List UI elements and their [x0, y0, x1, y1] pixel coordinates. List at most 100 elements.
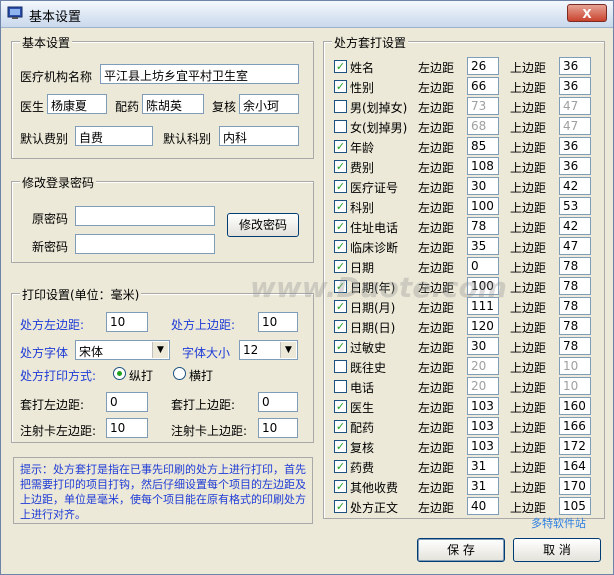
overlay-left-field[interactable]: 68: [467, 117, 499, 135]
new-password-field[interactable]: [75, 234, 215, 254]
top-margin-field[interactable]: 10: [258, 312, 298, 332]
overlay-item-checkbox[interactable]: ✓: [334, 220, 347, 233]
chevron-down-icon[interactable]: ▼: [280, 342, 296, 358]
overlay-left-field[interactable]: 31: [467, 457, 499, 475]
overlay-item-label[interactable]: 男(划掉女): [350, 99, 407, 116]
inject-left-field[interactable]: 10: [106, 418, 148, 438]
left-margin-field[interactable]: 10: [106, 312, 148, 332]
overlay-left-field[interactable]: 20: [467, 357, 499, 375]
overlay-item-label[interactable]: 医疗证号: [350, 179, 398, 196]
overlay-top-field[interactable]: 10: [559, 377, 591, 395]
title-bar[interactable]: 基本设置 X: [1, 1, 613, 28]
overlay-item-checkbox[interactable]: [334, 100, 347, 113]
doctor-field[interactable]: 杨康夏: [47, 94, 107, 114]
overlay-top-field[interactable]: 10: [559, 357, 591, 375]
overlay-item-label[interactable]: 日期(日): [350, 319, 395, 336]
overlay-top-field[interactable]: 0: [258, 392, 298, 412]
overlay-item-checkbox[interactable]: ✓: [334, 500, 347, 513]
overlay-item-label[interactable]: 处方正文: [350, 499, 398, 516]
overlay-top-field[interactable]: 36: [559, 137, 591, 155]
overlay-item-label[interactable]: 既往史: [350, 359, 386, 376]
overlay-item-label[interactable]: 年龄: [350, 139, 374, 156]
overlay-top-field[interactable]: 78: [559, 277, 591, 295]
overlay-item-checkbox[interactable]: ✓: [334, 320, 347, 333]
overlay-left-field[interactable]: 30: [467, 337, 499, 355]
overlay-item-checkbox[interactable]: ✓: [334, 240, 347, 253]
overlay-left-field[interactable]: 30: [467, 177, 499, 195]
overlay-left-field[interactable]: 103: [467, 437, 499, 455]
font-size-select[interactable]: 12 ▼: [239, 340, 298, 360]
overlay-item-label[interactable]: 电话: [350, 379, 374, 396]
overlay-item-label[interactable]: 性别: [350, 79, 374, 96]
overlay-item-checkbox[interactable]: ✓: [334, 460, 347, 473]
overlay-top-field[interactable]: 36: [559, 57, 591, 75]
overlay-left-field[interactable]: 66: [467, 77, 499, 95]
overlay-left-field[interactable]: 85: [467, 137, 499, 155]
overlay-item-label[interactable]: 姓名: [350, 59, 374, 76]
overlay-item-checkbox[interactable]: [334, 360, 347, 373]
overlay-top-field[interactable]: 47: [559, 117, 591, 135]
default-fee-field[interactable]: 自费: [75, 126, 153, 146]
overlay-item-checkbox[interactable]: ✓: [334, 160, 347, 173]
chevron-down-icon[interactable]: ▼: [152, 342, 168, 358]
portrait-radio[interactable]: [113, 367, 126, 380]
overlay-item-checkbox[interactable]: ✓: [334, 480, 347, 493]
overlay-top-field[interactable]: 170: [559, 477, 591, 495]
change-password-button[interactable]: 修改密码: [227, 213, 299, 237]
overlay-top-field[interactable]: 36: [559, 77, 591, 95]
overlay-top-field[interactable]: 164: [559, 457, 591, 475]
overlay-left-field[interactable]: 26: [467, 57, 499, 75]
overlay-item-checkbox[interactable]: ✓: [334, 80, 347, 93]
overlay-item-checkbox[interactable]: ✓: [334, 400, 347, 413]
overlay-item-label[interactable]: 过敏史: [350, 339, 386, 356]
overlay-item-label[interactable]: 临床诊断: [350, 239, 398, 256]
overlay-top-field[interactable]: 47: [559, 237, 591, 255]
default-dept-field[interactable]: 内科: [219, 126, 299, 146]
overlay-item-checkbox[interactable]: [334, 380, 347, 393]
review-field[interactable]: 余小珂: [239, 94, 299, 114]
overlay-top-field[interactable]: 78: [559, 317, 591, 335]
overlay-left-field[interactable]: 100: [467, 197, 499, 215]
overlay-top-field[interactable]: 166: [559, 417, 591, 435]
overlay-item-label[interactable]: 费别: [350, 159, 374, 176]
overlay-top-field[interactable]: 78: [559, 337, 591, 355]
overlay-item-checkbox[interactable]: ✓: [334, 200, 347, 213]
overlay-left-field[interactable]: 0: [106, 392, 148, 412]
org-name-field[interactable]: 平江县上坊乡宜平村卫生室: [100, 64, 299, 84]
overlay-top-field[interactable]: 42: [559, 177, 591, 195]
overlay-left-field[interactable]: 103: [467, 417, 499, 435]
overlay-item-label[interactable]: 科别: [350, 199, 374, 216]
overlay-item-label[interactable]: 女(划掉男): [350, 119, 407, 136]
overlay-item-checkbox[interactable]: ✓: [334, 420, 347, 433]
cancel-button[interactable]: 取 消: [513, 538, 601, 562]
overlay-left-field[interactable]: 103: [467, 397, 499, 415]
overlay-top-field[interactable]: 53: [559, 197, 591, 215]
overlay-item-checkbox[interactable]: ✓: [334, 180, 347, 193]
overlay-top-field[interactable]: 36: [559, 157, 591, 175]
overlay-top-field[interactable]: 160: [559, 397, 591, 415]
dispense-field[interactable]: 陈胡英: [142, 94, 204, 114]
overlay-top-field[interactable]: 172: [559, 437, 591, 455]
overlay-left-field[interactable]: 78: [467, 217, 499, 235]
overlay-left-field[interactable]: 35: [467, 237, 499, 255]
overlay-item-checkbox[interactable]: ✓: [334, 440, 347, 453]
font-select[interactable]: 宋体 ▼: [75, 340, 170, 360]
overlay-top-field[interactable]: 78: [559, 257, 591, 275]
inject-top-field[interactable]: 10: [258, 418, 298, 438]
close-button[interactable]: X: [567, 4, 607, 22]
overlay-left-field[interactable]: 31: [467, 477, 499, 495]
overlay-item-label[interactable]: 医生: [350, 399, 374, 416]
overlay-top-field[interactable]: 42: [559, 217, 591, 235]
landscape-radio[interactable]: [173, 367, 186, 380]
save-button[interactable]: 保 存: [417, 538, 505, 562]
overlay-item-checkbox[interactable]: ✓: [334, 60, 347, 73]
overlay-item-checkbox[interactable]: ✓: [334, 340, 347, 353]
overlay-top-field[interactable]: 78: [559, 297, 591, 315]
old-password-field[interactable]: [75, 206, 215, 226]
overlay-left-field[interactable]: 120: [467, 317, 499, 335]
portrait-label[interactable]: 纵打: [129, 367, 153, 384]
overlay-item-label[interactable]: 住址电话: [350, 219, 398, 236]
overlay-item-checkbox[interactable]: ✓: [334, 140, 347, 153]
overlay-left-field[interactable]: 40: [467, 497, 499, 515]
overlay-item-label[interactable]: 复核: [350, 439, 374, 456]
